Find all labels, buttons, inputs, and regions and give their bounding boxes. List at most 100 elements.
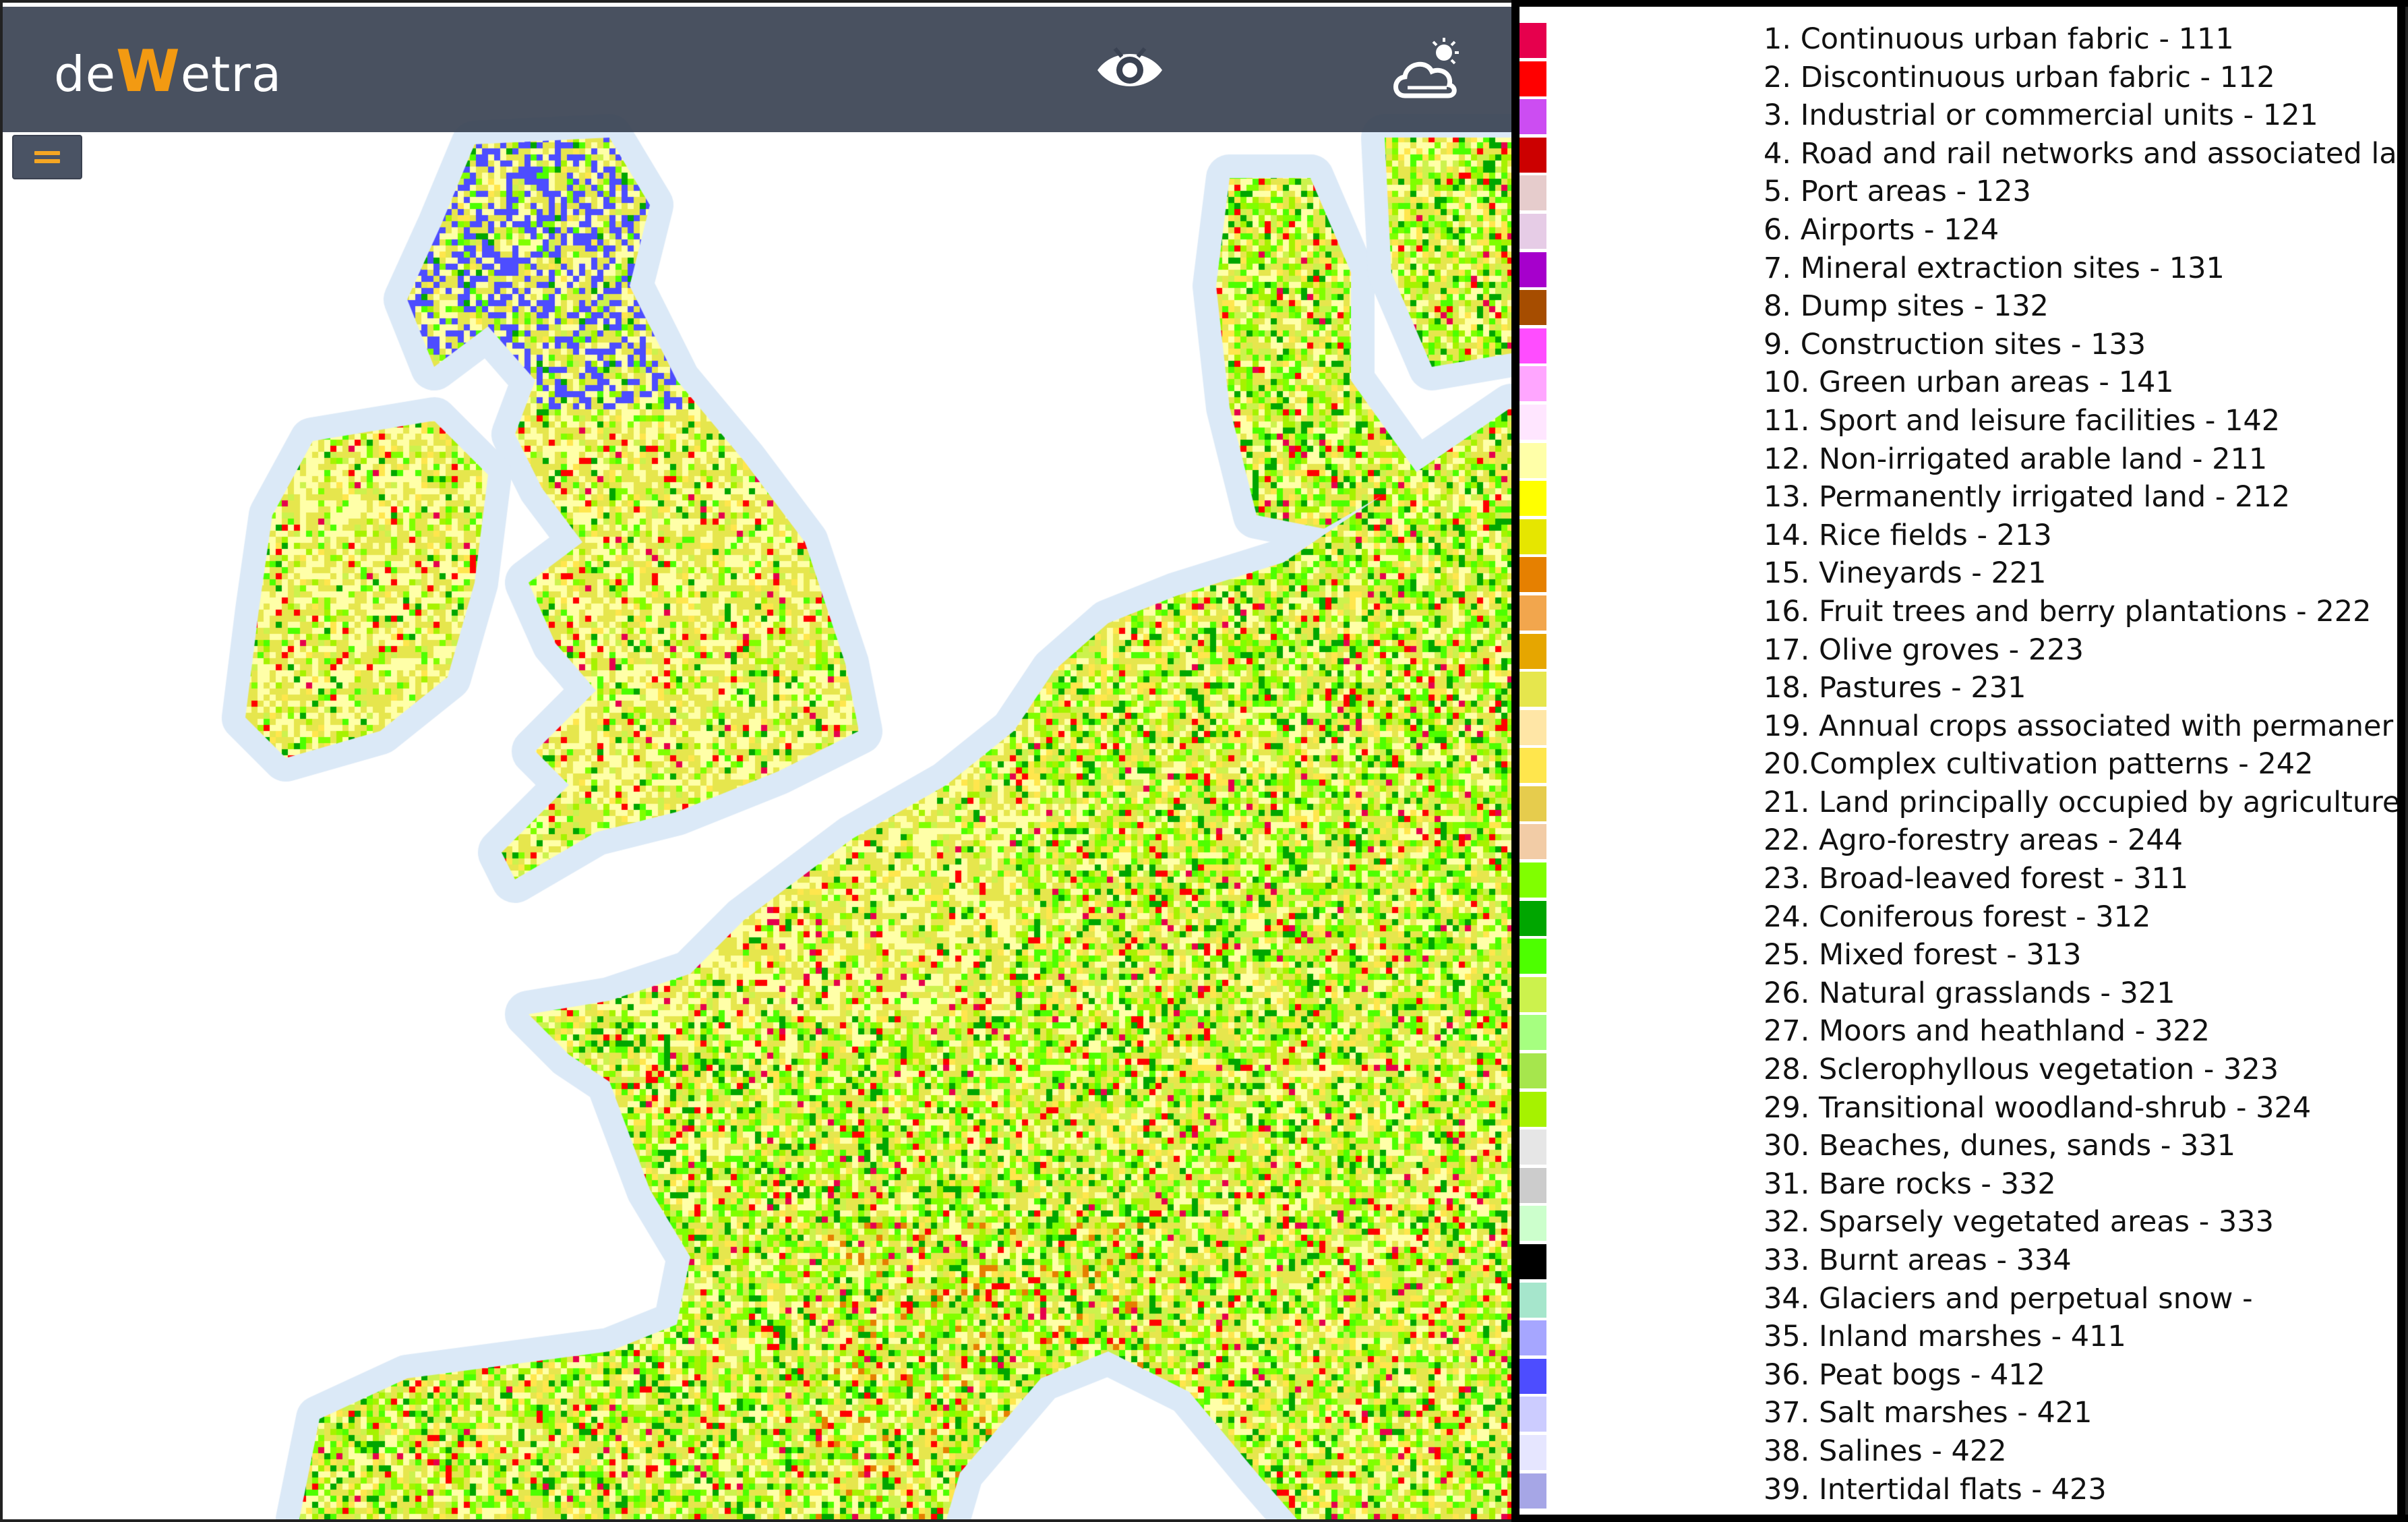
legend-right-border	[2397, 0, 2405, 1522]
legend-swatch	[1519, 1434, 1546, 1470]
legend-swatch	[1519, 1397, 1546, 1432]
legend-list: 1. Continuous urban fabric - 111 2. Disco…	[1519, 20, 2397, 1509]
legend-swatch	[1519, 1130, 1546, 1165]
legend-label: 1. Continuous urban fabric - 111	[1764, 22, 2234, 56]
legend-swatch	[1519, 175, 1546, 211]
logo-text-right: etra	[180, 46, 282, 103]
legend-label: 38. Salines - 422	[1764, 1434, 2007, 1468]
legend-swatch	[1519, 1053, 1546, 1089]
legend-label: 25. Mixed forest - 313	[1764, 938, 2082, 972]
legend-item: 8. Dump sites - 132	[1519, 287, 2397, 326]
logo-text-w: W	[116, 38, 181, 105]
legend-label: 22. Agro-forestry areas - 244	[1764, 823, 2184, 858]
legend-swatch	[1519, 595, 1546, 631]
legend-item: 5. Port areas - 123	[1519, 173, 2397, 211]
legend-item: 24. Coniferous forest - 312	[1519, 898, 2397, 937]
legend-swatch	[1519, 557, 1546, 593]
top-bar: deWetra	[3, 7, 1511, 132]
legend-label: 26. Natural grasslands - 321	[1764, 976, 2175, 1010]
legend-item: 25. Mixed forest - 313	[1519, 936, 2397, 974]
legend-item: 9. Construction sites - 133	[1519, 326, 2397, 364]
legend-swatch	[1519, 1206, 1546, 1241]
legend-label: 17. Olive groves - 223	[1764, 633, 2084, 667]
legend-item: 36. Peat bogs - 412	[1519, 1356, 2397, 1395]
legend-item: 2. Discontinuous urban fabric - 112	[1519, 59, 2397, 97]
legend-item: 18. Pastures - 231	[1519, 669, 2397, 707]
legend-label: 16. Fruit trees and berry plantations - …	[1764, 594, 2372, 628]
legend-swatch	[1519, 366, 1546, 402]
legend-panel: 1. Continuous urban fabric - 111 2. Disco…	[1519, 7, 2397, 1515]
legend-item: 22. Agro-forestry areas - 244	[1519, 821, 2397, 860]
legend-item: 14. Rice fields - 213	[1519, 517, 2397, 555]
legend-label: 35. Inland marshes - 411	[1764, 1320, 2126, 1354]
legend-swatch	[1519, 1320, 1546, 1356]
legend-swatch	[1519, 137, 1546, 173]
legend-label: 36. Peat bogs - 412	[1764, 1357, 2046, 1392]
legend-swatch	[1519, 1015, 1546, 1051]
legend-label: 20.Complex cultivation patterns - 242	[1764, 747, 2314, 782]
hamburger-icon-line-2	[34, 159, 60, 163]
legend-label: 5. Port areas - 123	[1764, 175, 2031, 209]
legend-label: 2. Discontinuous urban fabric - 112	[1764, 60, 2275, 94]
land-cover-map[interactable]	[3, 3, 1511, 1519]
eye-icon	[1097, 47, 1162, 86]
legend-swatch	[1519, 1473, 1546, 1509]
legend-swatch	[1519, 939, 1546, 974]
legend-label: 14. Rice fields - 213	[1764, 518, 2052, 552]
legend-label: 19. Annual crops associated with permane…	[1764, 709, 2394, 743]
map-view[interactable]: deWetra	[3, 3, 1511, 1519]
legend-swatch	[1519, 1091, 1546, 1127]
menu-button[interactable]	[12, 135, 82, 179]
legend-item: 4. Road and rail networks and associated…	[1519, 135, 2397, 173]
legend-item: 7. Mineral extraction sites - 131	[1519, 250, 2397, 288]
legend-swatch	[1519, 633, 1546, 669]
legend-item: 19. Annual crops associated with permane…	[1519, 707, 2397, 746]
cloud-sun-icon	[1393, 38, 1459, 98]
legend-label: 4. Road and rail networks and associated…	[1764, 136, 2397, 171]
weather-button[interactable]	[1391, 38, 1466, 103]
legend-item: 26. Natural grasslands - 321	[1519, 974, 2397, 1013]
legend-label: 10. Green urban areas - 141	[1764, 365, 2174, 400]
legend-top-border	[1511, 0, 2408, 7]
legend-label: 21. Land principally occupied by agricul…	[1764, 785, 2397, 819]
dewetra-logo: deWetra	[54, 38, 282, 105]
legend-item: 23. Broad-leaved forest - 311	[1519, 860, 2397, 898]
legend-swatch	[1519, 404, 1546, 440]
legend-label: 12. Non-irrigated arable land - 211	[1764, 442, 2268, 476]
legend-item: 17. Olive groves - 223	[1519, 631, 2397, 670]
legend-item: 33. Burnt areas - 334	[1519, 1241, 2397, 1280]
legend-label: 29. Transitional woodland-shrub - 324	[1764, 1090, 2312, 1125]
legend-label: 39. Intertidal flats - 423	[1764, 1472, 2107, 1506]
legend-label: 13. Permanently irrigated land - 212	[1764, 480, 2291, 515]
legend-label: 30. Beaches, dunes, sands - 331	[1764, 1129, 2236, 1163]
legend-label: 34. Glaciers and perpetual snow -	[1764, 1281, 2253, 1316]
legend-item: 3. Industrial or commercial units - 121	[1519, 96, 2397, 135]
legend-item: 32. Sparsely vegetated areas - 333	[1519, 1203, 2397, 1241]
legend-label: 18. Pastures - 231	[1764, 671, 2026, 705]
legend-label: 37. Salt marshes - 421	[1764, 1396, 2093, 1430]
legend-label: 32. Sparsely vegetated areas - 333	[1764, 1205, 2274, 1239]
legend-swatch	[1519, 61, 1546, 96]
legend-swatch	[1519, 862, 1546, 898]
legend-label: 9. Construction sites - 133	[1764, 327, 2146, 361]
legend-swatch	[1519, 900, 1546, 936]
legend-item: 21. Land principally occupied by agricul…	[1519, 784, 2397, 822]
legend-item: 10. Green urban areas - 141	[1519, 363, 2397, 402]
eye-button[interactable]	[1095, 45, 1165, 96]
legend-item: 35. Inland marshes - 411	[1519, 1318, 2397, 1356]
panel-divider	[1511, 0, 1519, 1522]
legend-swatch	[1519, 1244, 1546, 1279]
logo-text-left: de	[54, 46, 116, 103]
legend-item: 6. Airports - 124	[1519, 211, 2397, 250]
legend-swatch	[1519, 519, 1546, 554]
hamburger-icon-line-1	[34, 151, 60, 155]
legend-item: 38. Salines - 422	[1519, 1432, 2397, 1471]
legend-swatch	[1519, 99, 1546, 135]
legend-swatch	[1519, 481, 1546, 517]
legend-item: 13. Permanently irrigated land - 212	[1519, 478, 2397, 517]
legend-item: 20.Complex cultivation patterns - 242	[1519, 745, 2397, 784]
legend-label: 7. Mineral extraction sites - 131	[1764, 251, 2225, 285]
legend-item: 39. Intertidal flats - 423	[1519, 1471, 2397, 1509]
legend-swatch	[1519, 290, 1546, 326]
legend-label: 31. Bare rocks - 332	[1764, 1167, 2056, 1201]
